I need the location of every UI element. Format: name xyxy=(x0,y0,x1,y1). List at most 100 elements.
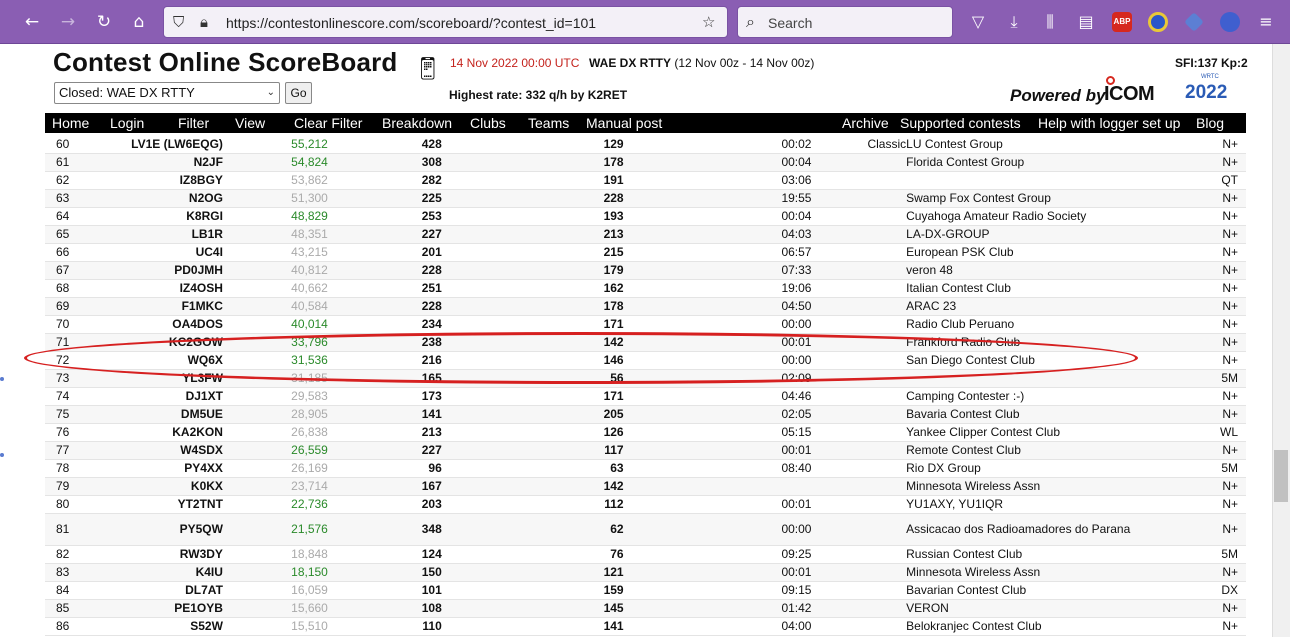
lock-icon[interactable]: 🔒︎ xyxy=(200,13,208,31)
club-cell[interactable]: veron 48 xyxy=(906,261,1168,280)
club-cell[interactable]: Radio Club Peruano xyxy=(906,315,1168,334)
callsign-cell[interactable]: K4IU xyxy=(74,563,223,582)
club-cell[interactable]: YU1AXY, YU1IQR xyxy=(906,495,1168,514)
club-cell[interactable]: Swamp Fox Contest Group xyxy=(906,189,1168,208)
scrollbar-thumb[interactable] xyxy=(1274,450,1288,502)
pocket-icon[interactable]: ▽ xyxy=(967,11,989,33)
callsign-cell[interactable]: DM5UE xyxy=(74,405,223,424)
icom-logo[interactable]: ICOM xyxy=(1104,76,1155,106)
club-cell[interactable]: Russian Contest Club xyxy=(906,545,1168,564)
club-cell[interactable]: Bavarian Contest Club xyxy=(906,581,1168,600)
table-row[interactable]: 78 PY4XX 26,169 96 63 08:40 Rio DX Group 5M xyxy=(45,459,1246,478)
club-cell[interactable]: LA-DX-GROUP xyxy=(906,225,1168,244)
wrtc-logo[interactable]: WRTC 2022 xyxy=(1183,74,1243,110)
table-row[interactable]: 83 K4IU 18,150 150 121 00:01 Minnesota Wireles… xyxy=(45,563,1246,582)
search-box[interactable]: ⌕ Search xyxy=(737,6,953,38)
table-row[interactable]: 86 S52W 15,510 110 141 04:00 Belokranjec Conte… xyxy=(45,617,1246,636)
club-cell[interactable]: Florida Contest Group xyxy=(906,153,1168,172)
callsign-cell[interactable]: DJ1XT xyxy=(74,387,223,406)
callsign-cell[interactable]: F1MKC xyxy=(74,297,223,316)
shield-icon[interactable]: ⛉ xyxy=(173,13,184,31)
table-row[interactable]: 79 K0KX 23,714 167 142 Minnesota Wireless Ass… xyxy=(45,477,1246,496)
club-cell[interactable]: Frankford Radio Club xyxy=(906,333,1168,352)
table-row[interactable]: 67 PD0JMH 40,812 228 179 07:33 veron 48 N+ xyxy=(45,261,1246,280)
back-icon[interactable]: ← xyxy=(21,11,43,33)
callsign-cell[interactable]: S52W xyxy=(74,617,223,636)
table-row[interactable]: 75 DM5UE 28,905 141 205 02:05 Bavaria Contest … xyxy=(45,405,1246,424)
table-row[interactable]: 77 W4SDX 26,559 227 117 00:01 Remote Contest C… xyxy=(45,441,1246,460)
scrollbar[interactable] xyxy=(1272,44,1290,637)
reader-view-icon[interactable]: ▤ xyxy=(1075,11,1097,33)
menu-breakdown[interactable]: Breakdown xyxy=(382,115,452,131)
club-cell[interactable]: European PSK Club xyxy=(906,243,1168,262)
bookmark-star-icon[interactable]: ☆ xyxy=(702,13,715,31)
callsign-cell[interactable]: N2JF xyxy=(74,153,223,172)
callsign-cell[interactable]: RW3DY xyxy=(74,545,223,564)
table-row[interactable]: 72 WQ6X 31,536 216 146 00:00 San Diego Contest… xyxy=(45,351,1246,370)
callsign-cell[interactable]: YT2TNT xyxy=(74,495,223,514)
callsign-cell[interactable]: PE1OYB xyxy=(74,599,223,618)
table-row[interactable]: 76 KA2KON 26,838 213 126 05:15 Yankee Clipper … xyxy=(45,423,1246,442)
table-row[interactable]: 63 N2OG 51,300 225 228 19:55 Swamp Fox Contest… xyxy=(45,189,1246,208)
forward-icon[interactable]: → xyxy=(57,11,79,33)
menu-blog[interactable]: Blog xyxy=(1196,115,1224,131)
menu-icon[interactable]: ≡ xyxy=(1255,11,1277,33)
club-cell[interactable]: Yankee Clipper Contest Club xyxy=(906,423,1168,442)
mobile-phone-icon[interactable]: 📱︎ xyxy=(414,56,442,84)
club-cell[interactable]: Minnesota Wireless Assn xyxy=(906,563,1168,582)
callsign-cell[interactable]: WQ6X xyxy=(74,351,223,370)
callsign-cell[interactable]: KC2GOW xyxy=(74,333,223,352)
callsign-cell[interactable]: YL3FW xyxy=(74,369,223,388)
club-cell[interactable]: Camping Contester :-) xyxy=(906,387,1168,406)
extension-icon[interactable] xyxy=(1148,12,1168,32)
club-cell[interactable]: Belokranjec Contest Club xyxy=(906,617,1168,636)
club-cell[interactable]: Minnesota Wireless Assn xyxy=(906,477,1168,496)
table-row[interactable]: 65 LB1R 48,351 227 213 04:03 LA-DX-GROUP N+ xyxy=(45,225,1246,244)
table-row[interactable]: 64 K8RGI 48,829 253 193 00:04 Cuyahoga Amateur… xyxy=(45,207,1246,226)
url-text[interactable]: https://contestonlinescore.com/scoreboar… xyxy=(226,15,596,31)
callsign-cell[interactable]: OA4DOS xyxy=(74,315,223,334)
contest-select[interactable]: Closed: WAE DX RTTY ⌄ xyxy=(54,82,280,104)
reload-icon[interactable]: ↻ xyxy=(93,11,115,33)
menu-manual-post[interactable]: Manual post xyxy=(586,115,662,131)
table-row[interactable]: 81 PY5QW 21,576 348 62 00:00 Assicacao dos Rad… xyxy=(45,513,1246,546)
account-icon[interactable] xyxy=(1220,12,1240,32)
club-cell[interactable] xyxy=(906,369,1168,388)
menu-clear-filter[interactable]: Clear Filter xyxy=(294,115,362,131)
menu-teams[interactable]: Teams xyxy=(528,115,569,131)
table-row[interactable]: 74 DJ1XT 29,583 173 171 04:46 Camping Conteste… xyxy=(45,387,1246,406)
table-row[interactable]: 70 OA4DOS 40,014 234 171 00:00 Radio Club Peru… xyxy=(45,315,1246,334)
callsign-cell[interactable]: LV1E (LW6EQG) xyxy=(74,135,223,154)
table-row[interactable]: 71 KC2GOW 33,796 238 142 00:01 Frankford Radio… xyxy=(45,333,1246,352)
club-cell[interactable]: Remote Contest Club xyxy=(906,441,1168,460)
table-row[interactable]: 62 IZ8BGY 53,862 282 191 03:06 QT xyxy=(45,171,1246,190)
address-bar[interactable]: ⛉ 🔒︎ https://contestonlinescore.com/scor… xyxy=(163,6,728,38)
club-cell[interactable]: San Diego Contest Club xyxy=(906,351,1168,370)
callsign-cell[interactable]: KA2KON xyxy=(74,423,223,442)
home-icon[interactable]: ⌂ xyxy=(128,11,150,33)
callsign-cell[interactable]: W4SDX xyxy=(74,441,223,460)
extension-diamond-icon[interactable] xyxy=(1184,12,1204,32)
menu-clubs[interactable]: Clubs xyxy=(470,115,506,131)
table-row[interactable]: 69 F1MKC 40,584 228 178 04:50 ARAC 23 N+ xyxy=(45,297,1246,316)
menu-home[interactable]: Home xyxy=(52,115,89,131)
callsign-cell[interactable]: IZ8BGY xyxy=(74,171,223,190)
callsign-cell[interactable]: N2OG xyxy=(74,189,223,208)
download-icon[interactable]: ⤓ xyxy=(1003,11,1025,33)
menu-supported-contests[interactable]: Supported contests xyxy=(900,115,1021,131)
club-cell[interactable]: Cuyahoga Amateur Radio Society xyxy=(906,207,1168,226)
adblock-plus-icon[interactable]: ABP xyxy=(1112,12,1132,32)
library-icon[interactable]: ⫼ xyxy=(1039,11,1061,33)
menu-filter[interactable]: Filter xyxy=(178,115,209,131)
table-row[interactable]: 85 PE1OYB 15,660 108 145 01:42 VERON N+ xyxy=(45,599,1246,618)
club-cell[interactable]: Bavaria Contest Club xyxy=(906,405,1168,424)
menu-view[interactable]: View xyxy=(235,115,265,131)
club-cell[interactable]: LU Contest Group xyxy=(906,135,1168,154)
club-cell[interactable] xyxy=(906,171,1168,190)
menu-logger-help[interactable]: Help with logger set up xyxy=(1038,115,1180,131)
callsign-cell[interactable]: IZ4OSH xyxy=(74,279,223,298)
callsign-cell[interactable]: K8RGI xyxy=(74,207,223,226)
callsign-cell[interactable]: UC4I xyxy=(74,243,223,262)
callsign-cell[interactable]: K0KX xyxy=(74,477,223,496)
table-row[interactable]: 68 IZ4OSH 40,662 251 162 19:06 Italian Contest… xyxy=(45,279,1246,298)
